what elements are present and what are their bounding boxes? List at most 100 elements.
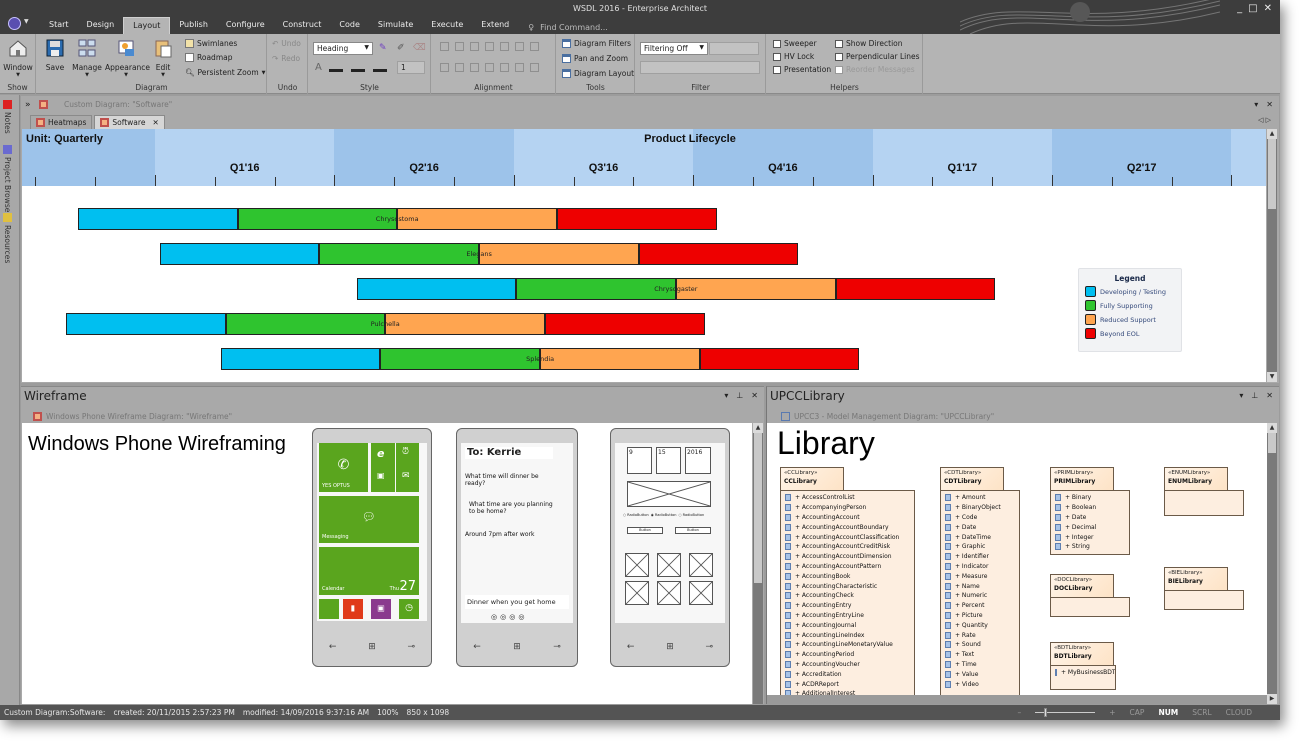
bar-segment-pulchella-phase-1[interactable]	[65, 313, 226, 335]
tab-scroll-arrows[interactable]: ◁ ▷	[1258, 116, 1271, 124]
minimize-button[interactable]: _	[1237, 3, 1242, 14]
font-style-select[interactable]: Heading ▼	[313, 42, 373, 55]
bar-segment-pulchella-phase-3[interactable]	[385, 313, 545, 335]
package-item[interactable]: + Code	[941, 513, 1019, 523]
tab-publish[interactable]: Publish	[170, 17, 217, 34]
scroll-thumb[interactable]	[754, 433, 762, 583]
pane-close-icon[interactable]: ✕	[1266, 100, 1273, 109]
package-item[interactable]: + Name	[941, 581, 1019, 591]
package-item[interactable]: + Numeric	[941, 591, 1019, 601]
package-item[interactable]: + AccountingCheck	[781, 591, 914, 601]
tab-code[interactable]: Code	[330, 17, 368, 34]
pan-zoom-button[interactable]: Pan and Zoom	[562, 54, 628, 63]
package-item[interactable]: + AccountingEntry	[781, 601, 914, 611]
timeline-chart[interactable]: Unit: Quarterly Product Lifecycle Q1'16 Q…	[22, 129, 1266, 382]
zoom-out-button[interactable]: –	[1018, 708, 1022, 717]
pin-icon[interactable]: ⊥	[1251, 391, 1258, 400]
bar-segment-pulchella-phase-2[interactable]	[225, 313, 386, 335]
line-width-input[interactable]: 1	[397, 61, 425, 74]
package-item[interactable]: + AccountingAccountPattern	[781, 562, 914, 572]
wireframe-canvas[interactable]: Windows Phone Wireframing ✆ YES OPTUS e ▣ …	[22, 423, 752, 704]
package-body[interactable]	[1164, 590, 1244, 610]
bar-segment-splendia-phase-1[interactable]	[220, 348, 381, 370]
package-item[interactable]: + Text	[941, 650, 1019, 660]
bar-segment-splendia-phase-4[interactable]	[699, 348, 860, 370]
package-body[interactable]: + MyBusinessBDT3	[1050, 665, 1116, 690]
tab-start[interactable]: Start	[40, 17, 78, 34]
package-item[interactable]: + AccountingAccountBoundary	[781, 522, 914, 532]
undo-button[interactable]: ↶ Undo	[272, 39, 301, 48]
package-item[interactable]: + AccountingVoucher	[781, 660, 914, 670]
scroll-down-arrow[interactable]: ▼	[1267, 372, 1277, 382]
alignment-buttons[interactable]	[440, 42, 541, 72]
package-item[interactable]: + AccountingJournal	[781, 620, 914, 630]
bar-segment-chrysostoma-phase-1[interactable]	[77, 208, 238, 230]
package-body[interactable]	[1164, 490, 1244, 516]
swimlanes-button[interactable]: Swimlanes	[185, 39, 237, 48]
package-item[interactable]: + Time	[941, 660, 1019, 670]
package-bielibrary[interactable]: «BIELibrary» BIELibrary	[1164, 567, 1228, 591]
zoom-slider[interactable]	[1035, 708, 1096, 717]
package-item[interactable]: + Date	[1051, 513, 1129, 523]
tab-design[interactable]: Design	[78, 17, 124, 34]
scroll-up-arrow[interactable]: ▲	[1267, 423, 1277, 433]
filtering-select[interactable]: Filtering Off ▼	[640, 42, 708, 55]
package-item[interactable]: + Boolean	[1051, 503, 1129, 513]
bar-segment-chrysostoma-phase-3[interactable]	[397, 208, 557, 230]
bar-segment-elegans-phase-1[interactable]	[159, 243, 320, 265]
tab-extend[interactable]: Extend	[472, 17, 518, 34]
font-color-icon[interactable]: A	[315, 62, 322, 73]
package-item[interactable]: + DateTime	[941, 532, 1019, 542]
package-item[interactable]: + Value	[941, 669, 1019, 679]
package-item[interactable]: + Rate	[941, 630, 1019, 640]
package-item[interactable]: + Measure	[941, 571, 1019, 581]
package-item[interactable]: + AccountingBook	[781, 571, 914, 581]
tab-simulate[interactable]: Simulate	[369, 17, 422, 34]
radio-button[interactable]: ○ RadioButton	[678, 513, 704, 517]
package-item[interactable]: + ACDRReport	[781, 679, 914, 689]
wireframe-vertical-scrollbar[interactable]: ▲	[753, 423, 763, 704]
window-button[interactable]: Window ▼	[1, 38, 35, 78]
zoom-slider-knob[interactable]	[1043, 708, 1047, 717]
package-item[interactable]: + Decimal	[1051, 522, 1129, 532]
expand-icon[interactable]: »	[25, 100, 31, 110]
dock-tab-notes[interactable]: Notes	[3, 100, 12, 134]
package-body[interactable]: + AccessControlList + AccompanyingPerson +…	[780, 490, 915, 695]
line-color-icon[interactable]	[373, 62, 387, 72]
hv-lock-checkbox[interactable]: HV Lock	[773, 52, 814, 61]
pane-menu-icon[interactable]: ▾	[1254, 100, 1258, 109]
package-item[interactable]: + Identifier	[941, 552, 1019, 562]
scroll-up-arrow[interactable]: ▲	[1267, 129, 1277, 139]
maximize-button[interactable]: □	[1248, 3, 1257, 14]
bar-segment-elegans-phase-3[interactable]	[479, 243, 639, 265]
package-primlibrary[interactable]: «PRIMLibrary» PRIMLibrary	[1050, 467, 1114, 491]
text-color-icon[interactable]	[329, 62, 343, 72]
dock-tab-project-browser[interactable]: Project Browser	[3, 145, 12, 215]
pane-menu-icon[interactable]: ▾	[724, 391, 728, 400]
format-painter-icon[interactable]: ✎	[379, 43, 387, 53]
presentation-checkbox[interactable]: Presentation	[773, 65, 831, 74]
eraser-icon[interactable]: ⌫	[413, 43, 426, 53]
bar-segment-chrysostoma-phase-2[interactable]	[237, 208, 398, 230]
radio-button[interactable]: ○ RadioButton	[623, 513, 649, 517]
package-item[interactable]: + AccountingLineIndex	[781, 630, 914, 640]
close-button[interactable]: ✕	[1264, 3, 1272, 14]
app-menu-icon[interactable]	[8, 17, 21, 30]
bar-segment-chrysogaster-phase-1[interactable]	[356, 278, 517, 300]
pin-icon[interactable]: ⊥	[736, 391, 743, 400]
fill-color-icon[interactable]	[351, 62, 365, 72]
package-item[interactable]: + Graphic	[941, 542, 1019, 552]
package-item[interactable]: + Sound	[941, 640, 1019, 650]
package-doclibrary[interactable]: «DOCLibrary» DOCLibrary	[1050, 574, 1114, 598]
show-direction-checkbox[interactable]: Show Direction	[835, 39, 903, 48]
sweeper-checkbox[interactable]: Sweeper	[773, 39, 817, 48]
radio-button[interactable]: ◉ RadioButton	[651, 513, 677, 517]
manage-button[interactable]: Manage ▼	[70, 38, 104, 78]
bar-segment-splendia-phase-3[interactable]	[540, 348, 700, 370]
package-item[interactable]: + AccountingCharacteristic	[781, 581, 914, 591]
bar-segment-chrysogaster-phase-2[interactable]	[516, 278, 676, 300]
bar-segment-elegans-phase-2[interactable]	[319, 243, 480, 265]
package-body[interactable]: + Binary + Boolean + Date + Decimal + Intege…	[1050, 490, 1130, 555]
tab-construct[interactable]: Construct	[274, 17, 331, 34]
pane-close-icon[interactable]: ✕	[1266, 391, 1273, 400]
